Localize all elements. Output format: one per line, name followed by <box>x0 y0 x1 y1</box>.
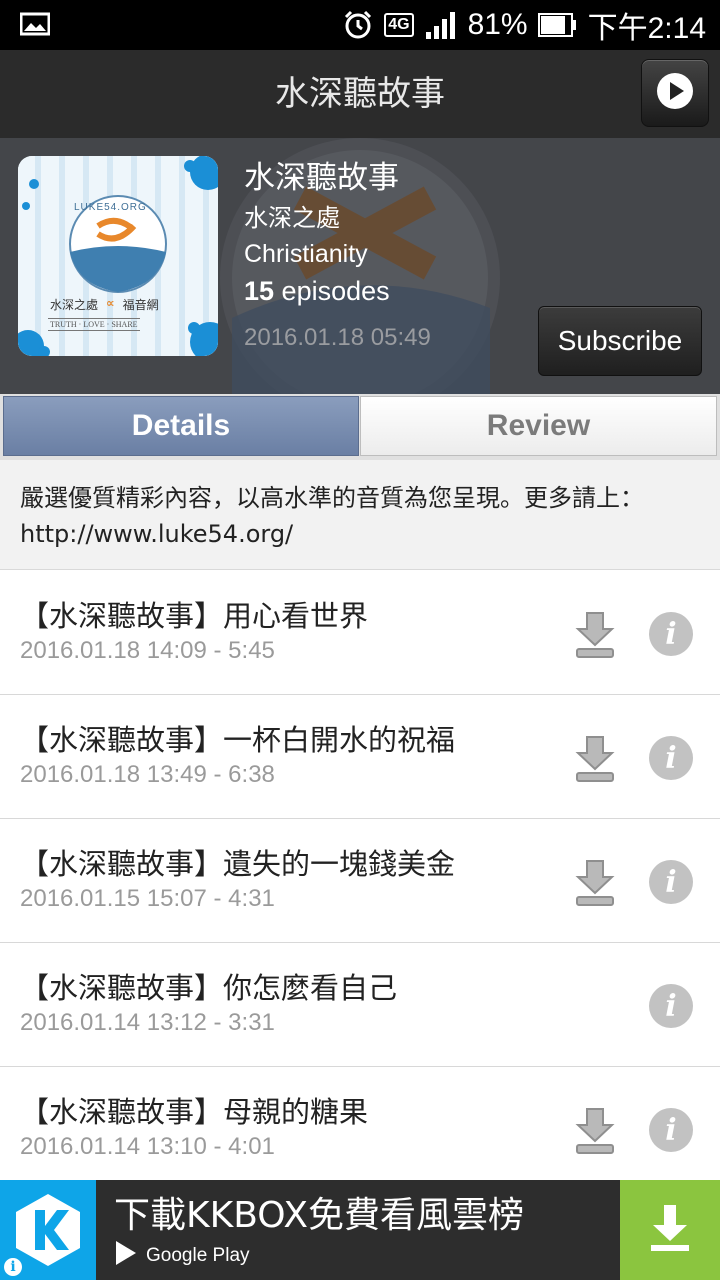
ad-banner[interactable]: 下載KKBOX免費看風雲榜 Google Play <box>0 1180 720 1280</box>
tab-bar: Details Review <box>0 394 720 460</box>
download-icon[interactable] <box>572 1105 618 1155</box>
episode-meta: 2016.01.14 13:10 - 4:01 <box>20 1133 275 1160</box>
list-item[interactable]: 【水深聽故事】一杯白開水的祝福 2016.01.18 13:49 - 6:38 … <box>0 695 720 819</box>
store-name: Google Play <box>146 1245 250 1266</box>
subscribe-button[interactable]: Subscribe <box>538 306 702 376</box>
cover-brand: 水深之處 ∝ 福音網 <box>50 296 159 313</box>
play-button[interactable] <box>641 59 709 127</box>
episode-count: 15 episodes <box>244 272 399 310</box>
battery-icon <box>537 12 578 38</box>
episode-count-number: 15 <box>244 276 275 306</box>
signal-icon <box>424 10 458 40</box>
podcast-cover: LUKE54.ORG 水深之處 ∝ 福音網 TRUTH · LOVE · SHA… <box>18 156 218 356</box>
ad-download-button[interactable] <box>620 1180 720 1280</box>
episode-meta: 2016.01.14 13:12 - 3:31 <box>20 1009 275 1036</box>
episode-list: 【水深聽故事】用心看世界 2016.01.18 14:09 - 5:45 i 【… <box>0 571 720 1191</box>
episode-title: 【水深聽故事】遺失的一塊錢美金 <box>20 847 456 881</box>
podcast-updated: 2016.01.18 05:49 <box>244 324 431 351</box>
podcast-description: 嚴選優質精彩內容，以高水準的音質為您呈現。更多請上：http://www.luk… <box>0 460 720 570</box>
google-play-icon <box>114 1240 138 1272</box>
episode-meta: 2016.01.18 13:49 - 6:38 <box>20 761 275 788</box>
info-icon[interactable]: i <box>649 736 693 780</box>
podcast-category: Christianity <box>244 240 368 268</box>
list-item[interactable]: 【水深聽故事】母親的糖果 2016.01.14 13:10 - 4:01 i <box>0 1067 720 1191</box>
network-type: 4G <box>384 13 414 37</box>
podcast-header: LUKE54.ORG 水深之處 ∝ 福音網 TRUTH · LOVE · SHA… <box>0 138 720 394</box>
alarm-icon <box>342 9 374 41</box>
episode-title: 【水深聽故事】用心看世界 <box>20 599 369 633</box>
cover-logo-text: LUKE54.ORG <box>74 202 147 213</box>
tab-details[interactable]: Details <box>3 396 359 456</box>
play-icon <box>656 72 694 114</box>
download-icon[interactable] <box>572 857 618 907</box>
gallery-icon <box>19 12 51 36</box>
podcast-author: 水深之處 <box>244 204 340 232</box>
info-icon[interactable]: i <box>649 1108 693 1152</box>
episode-meta: 2016.01.18 14:09 - 5:45 <box>20 637 275 664</box>
ad-info-icon[interactable]: i <box>2 1256 24 1278</box>
episode-count-label: episodes <box>274 276 390 306</box>
ad-title[interactable]: 下載KKBOX免費看風雲榜 <box>114 1186 524 1238</box>
status-bar: 4G 81% 下午2:14 <box>0 0 720 50</box>
tab-review[interactable]: Review <box>360 396 717 456</box>
download-icon[interactable] <box>572 609 618 659</box>
cover-brand-left: 水深之處 <box>50 298 99 312</box>
episode-title: 【水深聽故事】一杯白開水的祝福 <box>20 723 456 757</box>
cover-brand-right: 福音網 <box>122 298 159 312</box>
download-icon[interactable] <box>572 733 618 783</box>
info-icon[interactable]: i <box>649 860 693 904</box>
episode-title: 【水深聽故事】母親的糖果 <box>20 1095 369 1129</box>
info-icon[interactable]: i <box>649 612 693 656</box>
podcast-info: 水深聽故事 水深之處 Christianity 15 episodes <box>244 158 399 310</box>
app-title: 水深聽故事 <box>275 74 445 114</box>
info-icon[interactable]: i <box>649 984 693 1028</box>
battery-percent: 81% <box>467 8 528 41</box>
clock: 下午2:14 <box>587 12 706 45</box>
list-item[interactable]: 【水深聽故事】你怎麼看自己 2016.01.14 13:12 - 3:31 i <box>0 943 720 1067</box>
episode-title: 【水深聽故事】你怎麼看自己 <box>20 971 398 1005</box>
app-bar: 水深聽故事 <box>0 50 720 138</box>
google-play-badge[interactable]: Google Play <box>114 1240 250 1272</box>
list-item[interactable]: 【水深聽故事】用心看世界 2016.01.18 14:09 - 5:45 i <box>0 571 720 695</box>
episode-meta: 2016.01.15 15:07 - 4:31 <box>20 885 275 912</box>
cover-motto: TRUTH · LOVE · SHARE <box>48 318 140 331</box>
podcast-title: 水深聽故事 <box>244 160 399 196</box>
fish-icon: ∝ <box>106 296 115 310</box>
download-arrow-icon <box>647 1203 693 1257</box>
list-item[interactable]: 【水深聽故事】遺失的一塊錢美金 2016.01.15 15:07 - 4:31 … <box>0 819 720 943</box>
